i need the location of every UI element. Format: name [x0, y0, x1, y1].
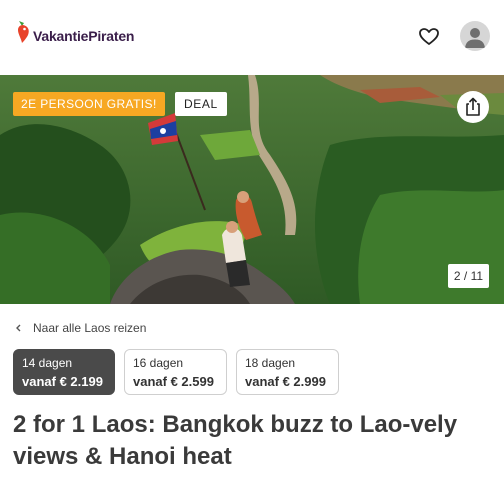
chevron-left-icon — [16, 324, 21, 332]
duration-option-16[interactable]: 16 dagen vanaf € 2.599 — [124, 349, 227, 395]
parrot-logo-icon — [18, 21, 29, 43]
page-title: 2 for 1 Laos: Bangkok buzz to Lao-vely v… — [13, 411, 458, 470]
share-button[interactable] — [457, 91, 489, 123]
brand-logo[interactable]: VakantiePiraten — [15, 20, 134, 44]
share-icon — [466, 97, 480, 116]
duration-price: vanaf € 2.199 — [22, 374, 103, 389]
hero-carousel[interactable]: 2E PERSOON GRATIS! DEAL 2 / 11 — [0, 75, 504, 304]
duration-days: 18 dagen — [245, 356, 296, 370]
promo-badge: 2E PERSOON GRATIS! — [13, 92, 165, 116]
brand-name: VakantiePiraten — [33, 28, 135, 44]
duration-days: 14 dagen — [22, 356, 73, 370]
duration-price: vanaf € 2.599 — [133, 374, 214, 389]
user-avatar-icon[interactable] — [460, 21, 490, 51]
heart-icon[interactable] — [416, 24, 442, 48]
back-link-label: Naar alle Laos reizen — [33, 321, 147, 335]
duration-option-14[interactable]: 14 dagen vanaf € 2.199 — [13, 349, 115, 395]
deal-badge: DEAL — [175, 92, 227, 116]
site-header: VakantiePiraten — [0, 0, 504, 75]
back-to-laos-link[interactable]: Naar alle Laos reizen — [14, 321, 146, 335]
image-counter: 2 / 11 — [448, 264, 489, 288]
duration-option-18[interactable]: 18 dagen vanaf € 2.999 — [236, 349, 339, 395]
duration-days: 16 dagen — [133, 356, 184, 370]
duration-price: vanaf € 2.999 — [245, 374, 326, 389]
